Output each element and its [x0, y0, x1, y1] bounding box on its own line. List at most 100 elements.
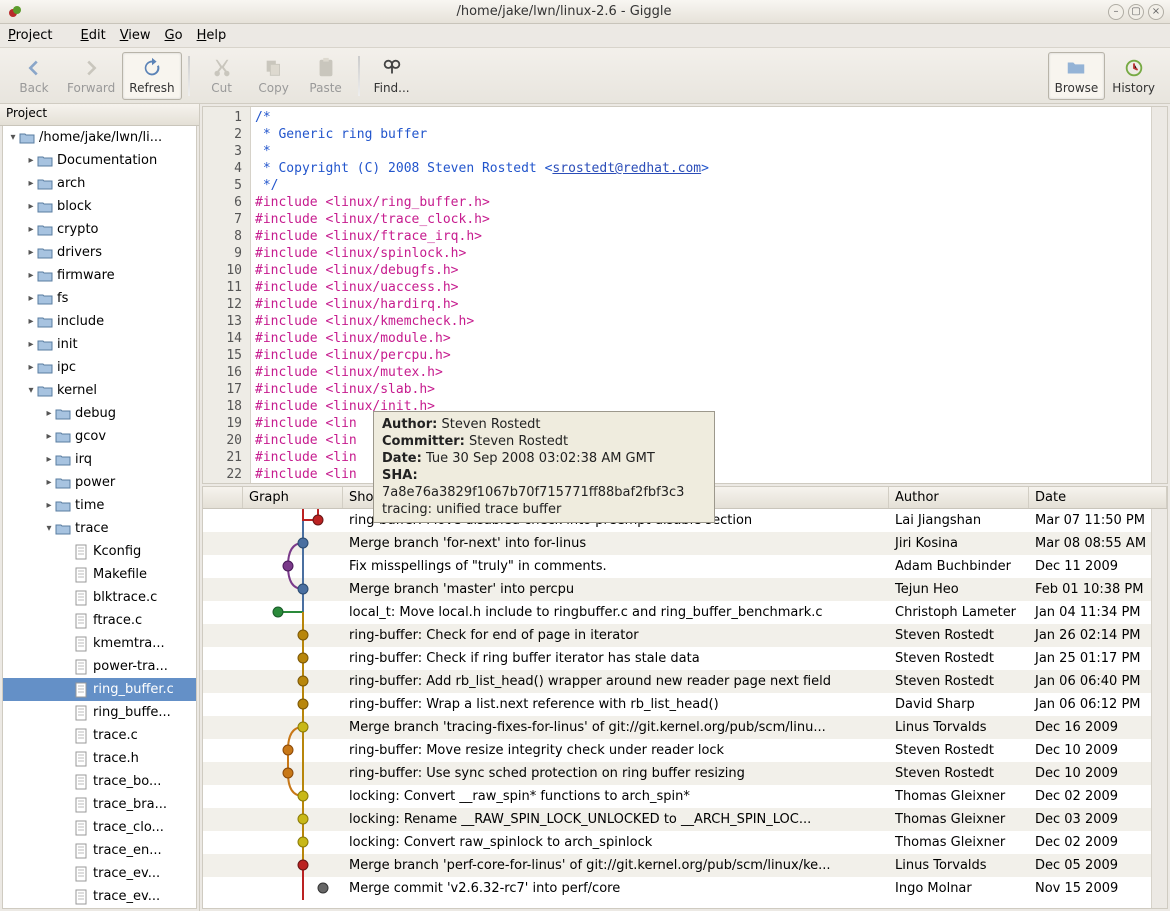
tree-folder[interactable]: ▸power: [3, 471, 196, 494]
tree-file[interactable]: ring_buffer.c: [3, 678, 196, 701]
expander-icon[interactable]: ▸: [43, 477, 55, 488]
code-line[interactable]: #include <linux/module.h>: [255, 330, 1147, 347]
back-button[interactable]: Back: [8, 52, 60, 100]
tree-file[interactable]: trace_ev...: [3, 862, 196, 885]
tree-file[interactable]: trace.h: [3, 747, 196, 770]
tree-folder[interactable]: ▸include: [3, 310, 196, 333]
tree-folder[interactable]: ▸gcov: [3, 425, 196, 448]
commit-row[interactable]: ring-buffer: Add rb_list_head() wrapper …: [203, 670, 1167, 693]
menu-edit[interactable]: Edit: [81, 28, 106, 43]
expander-icon[interactable]: ▸: [25, 201, 37, 212]
forward-button[interactable]: Forward: [60, 52, 122, 100]
tree-file[interactable]: trace_en...: [3, 839, 196, 862]
tree-folder[interactable]: ▸Documentation: [3, 149, 196, 172]
menu-go[interactable]: Go: [165, 28, 183, 43]
code-line[interactable]: #include <linux/percpu.h>: [255, 347, 1147, 364]
commit-row[interactable]: Merge branch 'master' into percpuTejun H…: [203, 578, 1167, 601]
expander-icon[interactable]: ▾: [43, 523, 55, 534]
tree-file[interactable]: trace_clo...: [3, 816, 196, 839]
code-line[interactable]: #include <linux/trace_clock.h>: [255, 211, 1147, 228]
copy-button[interactable]: Copy: [248, 52, 300, 100]
commit-row[interactable]: ring-buffer: Check for end of page in it…: [203, 624, 1167, 647]
expander-icon[interactable]: ▸: [25, 270, 37, 281]
expander-icon[interactable]: ▸: [25, 247, 37, 258]
tree-file[interactable]: ring_buffe...: [3, 701, 196, 724]
commit-header-graph[interactable]: Graph: [243, 487, 343, 508]
tree-folder[interactable]: ▸arch: [3, 172, 196, 195]
tree-folder[interactable]: ▾trace: [3, 517, 196, 540]
expander-icon[interactable]: ▸: [43, 454, 55, 465]
expander-icon[interactable]: ▾: [7, 132, 19, 143]
commit-scrollbar[interactable]: [1151, 509, 1167, 908]
tree-folder[interactable]: ▸drivers: [3, 241, 196, 264]
tree-file[interactable]: trace_ev...: [3, 885, 196, 908]
tree-file[interactable]: trace_bra...: [3, 793, 196, 816]
expander-icon[interactable]: ▸: [25, 293, 37, 304]
tree-folder[interactable]: ▸irq: [3, 448, 196, 471]
maximize-button[interactable]: ▢: [1128, 4, 1144, 20]
code-line[interactable]: #include <linux/ring_buffer.h>: [255, 194, 1147, 211]
commit-header-blank[interactable]: [203, 487, 243, 508]
commit-row[interactable]: ring-buffer: Move resize integrity check…: [203, 739, 1167, 762]
commit-list[interactable]: ring-buffer: Move disabled check into pr…: [203, 509, 1167, 908]
commit-row[interactable]: local_t: Move local.h include to ringbuf…: [203, 601, 1167, 624]
commit-row[interactable]: Merge branch 'perf-core-for-linus' of gi…: [203, 854, 1167, 877]
code-line[interactable]: #include <linux/ftrace_irq.h>: [255, 228, 1147, 245]
code-line[interactable]: #include <linux/spinlock.h>: [255, 245, 1147, 262]
commit-header-author[interactable]: Author: [889, 487, 1029, 508]
tree-folder[interactable]: ▸firmware: [3, 264, 196, 287]
close-button[interactable]: ×: [1148, 4, 1164, 20]
tree-folder[interactable]: ▾/home/jake/lwn/li...: [3, 126, 196, 149]
expander-icon[interactable]: ▸: [43, 431, 55, 442]
commit-row[interactable]: Merge branch 'for-next' into for-linusJi…: [203, 532, 1167, 555]
code-line[interactable]: * Generic ring buffer: [255, 126, 1147, 143]
commit-row[interactable]: locking: Convert __raw_spin* functions t…: [203, 785, 1167, 808]
expander-icon[interactable]: ▸: [25, 155, 37, 166]
expander-icon[interactable]: ▸: [25, 362, 37, 373]
menu-view[interactable]: View: [120, 28, 151, 43]
tree-folder[interactable]: ▸block: [3, 195, 196, 218]
tree-file[interactable]: ftrace.c: [3, 609, 196, 632]
tree-folder[interactable]: ▸time: [3, 494, 196, 517]
code-scrollbar[interactable]: [1151, 107, 1167, 483]
code-line[interactable]: * Copyright (C) 2008 Steven Rostedt <sro…: [255, 160, 1147, 177]
project-tree[interactable]: ▾/home/jake/lwn/li...▸Documentation▸arch…: [2, 126, 197, 909]
refresh-button[interactable]: Refresh: [122, 52, 181, 100]
history-button[interactable]: History: [1105, 52, 1162, 100]
commit-header-date[interactable]: Date: [1029, 487, 1167, 508]
tree-file[interactable]: Makefile: [3, 563, 196, 586]
tree-file[interactable]: power-tra...: [3, 655, 196, 678]
tree-file[interactable]: kmemtra...: [3, 632, 196, 655]
expander-icon[interactable]: ▸: [43, 500, 55, 511]
expander-icon[interactable]: ▸: [25, 316, 37, 327]
menu-help[interactable]: Help: [197, 28, 227, 43]
tree-folder[interactable]: ▸crypto: [3, 218, 196, 241]
code-line[interactable]: #include <linux/debugfs.h>: [255, 262, 1147, 279]
tree-file[interactable]: Kconfig: [3, 540, 196, 563]
tree-folder[interactable]: ▸init: [3, 333, 196, 356]
code-line[interactable]: #include <linux/uaccess.h>: [255, 279, 1147, 296]
tree-file[interactable]: blktrace.c: [3, 586, 196, 609]
commit-row[interactable]: locking: Rename __RAW_SPIN_LOCK_UNLOCKED…: [203, 808, 1167, 831]
code-line[interactable]: /*: [255, 109, 1147, 126]
tree-file[interactable]: trace.c: [3, 724, 196, 747]
code-line[interactable]: */: [255, 177, 1147, 194]
commit-row[interactable]: ring-buffer: Check if ring buffer iterat…: [203, 647, 1167, 670]
code-line[interactable]: *: [255, 143, 1147, 160]
expander-icon[interactable]: ▸: [25, 224, 37, 235]
commit-row[interactable]: ring-buffer: Use sync sched protection o…: [203, 762, 1167, 785]
code-line[interactable]: #include <linux/hardirq.h>: [255, 296, 1147, 313]
commit-row[interactable]: Merge branch 'tracing-fixes-for-linus' o…: [203, 716, 1167, 739]
tree-folder[interactable]: ▸fs: [3, 287, 196, 310]
commit-row[interactable]: Fix misspellings of "truly" in comments.…: [203, 555, 1167, 578]
code-line[interactable]: #include <linux/kmemcheck.h>: [255, 313, 1147, 330]
commit-row[interactable]: locking: Convert raw_spinlock to arch_sp…: [203, 831, 1167, 854]
menu-project[interactable]: Project: [8, 28, 67, 43]
expander-icon[interactable]: ▸: [25, 178, 37, 189]
code-line[interactable]: #include <linux/slab.h>: [255, 381, 1147, 398]
commit-row[interactable]: Merge commit 'v2.6.32-rc7' into perf/cor…: [203, 877, 1167, 900]
tree-folder[interactable]: ▸debug: [3, 402, 196, 425]
tree-folder[interactable]: ▾kernel: [3, 379, 196, 402]
find-button[interactable]: Find...: [366, 52, 418, 100]
expander-icon[interactable]: ▸: [43, 408, 55, 419]
